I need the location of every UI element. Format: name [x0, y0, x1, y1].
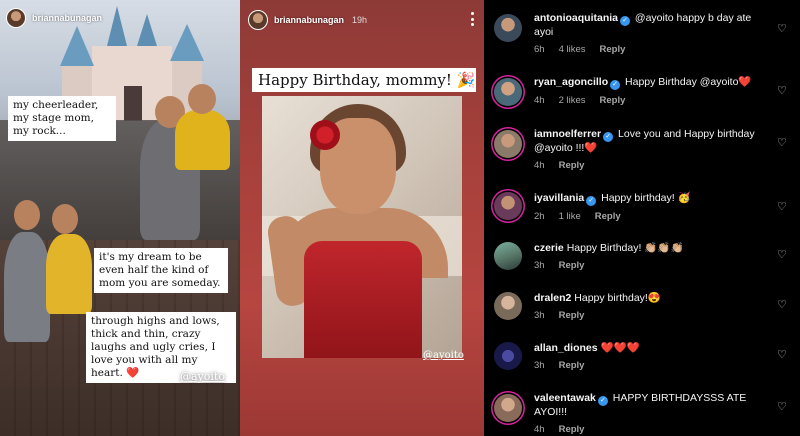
- heart-outline-icon[interactable]: ♡: [777, 138, 788, 149]
- story1-header: briannabunagan: [6, 8, 102, 28]
- reply-button[interactable]: Reply: [559, 260, 585, 271]
- comment-likes[interactable]: 4 likes: [559, 44, 586, 55]
- reply-button[interactable]: Reply: [559, 424, 585, 435]
- comment-meta: 2h 1 like Reply: [534, 210, 766, 223]
- comment-time: 3h: [534, 260, 545, 271]
- comment-likes[interactable]: 1 like: [559, 211, 581, 222]
- story1-mention[interactable]: @ayoito: [180, 370, 225, 383]
- heart-outline-icon[interactable]: ♡: [777, 202, 788, 213]
- comment-username[interactable]: iamnoelferrer: [534, 128, 601, 140]
- comment-meta: 4h Reply: [534, 423, 766, 436]
- comment-body: iamnoelferrer ✓ Love you and Happy birthd…: [534, 128, 766, 172]
- story2-timestamp: 19h: [352, 15, 368, 25]
- comment-text: Happy birthday!😍: [574, 292, 661, 304]
- reply-button[interactable]: Reply: [595, 211, 621, 222]
- comment-text: Happy Birthday! 👏🏼👏🏼👏🏼: [566, 242, 684, 254]
- person-grey-jacket-left: [4, 232, 50, 342]
- reply-button[interactable]: Reply: [600, 44, 626, 55]
- more-options-icon[interactable]: [470, 12, 474, 26]
- comment-time: 4h: [534, 160, 545, 171]
- comment-body: dralen2 Happy birthday!😍 3h Reply: [534, 292, 766, 322]
- story1-username[interactable]: briannabunagan: [32, 13, 102, 23]
- person-head: [188, 84, 216, 114]
- comment-avatar[interactable]: [494, 292, 522, 320]
- story1-caption-2: it's my dream to be even half the kind o…: [94, 248, 228, 293]
- verified-badge-icon: ✓: [586, 196, 597, 206]
- person-yellow-jacket-left: [46, 234, 92, 314]
- comment-meta: 4h Reply: [534, 159, 766, 172]
- comment-username[interactable]: allan_diones: [534, 342, 598, 354]
- comment-body: valeentawak ✓ HAPPY BIRTHDAYSSS ATE AYOI!…: [534, 392, 766, 436]
- story1-caption-1: my cheerleader, my stage mom, my rock...: [8, 96, 116, 141]
- story-panel-2[interactable]: briannabunagan 19h Happy Birthday, mommy…: [240, 0, 484, 436]
- person-head: [14, 200, 40, 230]
- story-panel-1[interactable]: briannabunagan my cheerleader, my stage …: [0, 0, 240, 436]
- reply-button[interactable]: Reply: [559, 160, 585, 171]
- heart-outline-icon[interactable]: ♡: [777, 24, 788, 35]
- comment-avatar[interactable]: [494, 78, 522, 106]
- reply-button[interactable]: Reply: [600, 95, 626, 106]
- story2-username[interactable]: briannabunagan: [274, 15, 344, 25]
- comment-avatar[interactable]: [494, 130, 522, 158]
- comment-username[interactable]: czerie: [534, 242, 564, 254]
- reply-button[interactable]: Reply: [559, 310, 585, 321]
- red-dress: [304, 241, 422, 358]
- story2-mention[interactable]: @ayoito: [423, 350, 464, 361]
- comments-panel[interactable]: antonioaquitania ✓ @ayoito happy b day at…: [484, 0, 800, 436]
- story1-avatar[interactable]: [6, 8, 26, 28]
- rose-icon: [310, 120, 340, 150]
- comment-meta: 3h Reply: [534, 359, 766, 372]
- comment-body: allan_diones ❤️❤️❤️ 3h Reply: [534, 342, 766, 372]
- comment-username[interactable]: valeentawak: [534, 392, 596, 404]
- comment-username[interactable]: iyavillania: [534, 192, 584, 204]
- comment-text: Happy Birthday @ayoito❤️: [625, 76, 752, 88]
- comment-likes[interactable]: 2 likes: [559, 95, 586, 106]
- story2-header: briannabunagan 19h: [248, 10, 367, 30]
- comment-avatar[interactable]: [494, 394, 522, 422]
- comment-meta: 3h Reply: [534, 259, 766, 272]
- verified-badge-icon: ✓: [597, 396, 608, 406]
- comment-time: 2h: [534, 211, 545, 222]
- reply-button[interactable]: Reply: [559, 360, 585, 371]
- comment-avatar[interactable]: [494, 14, 522, 42]
- story2-avatar[interactable]: [248, 10, 268, 30]
- comment-time: 4h: [534, 424, 545, 435]
- comment-meta: 3h Reply: [534, 309, 766, 322]
- heart-outline-icon[interactable]: ♡: [777, 402, 788, 413]
- heart-outline-icon[interactable]: ♡: [777, 250, 788, 261]
- comment-text: ❤️❤️❤️: [600, 342, 640, 354]
- comment-body: antonioaquitania ✓ @ayoito happy b day at…: [534, 12, 766, 56]
- birthday-photo: [262, 96, 462, 358]
- comment-body: ryan_agoncillo ✓ Happy Birthday @ayoito❤️…: [534, 76, 766, 107]
- heart-outline-icon[interactable]: ♡: [777, 300, 788, 311]
- comment-body: czerie Happy Birthday! 👏🏼👏🏼👏🏼 3h Reply: [534, 242, 766, 272]
- verified-badge-icon: ✓: [610, 80, 621, 90]
- heart-outline-icon[interactable]: ♡: [777, 350, 788, 361]
- comment-time: 4h: [534, 95, 545, 106]
- comment-meta: 4h 2 likes Reply: [534, 94, 766, 107]
- comment-avatar[interactable]: [494, 192, 522, 220]
- person-yellow-jacket: [175, 110, 230, 170]
- comment-username[interactable]: antonioaquitania: [534, 12, 618, 24]
- comment-time: 3h: [534, 310, 545, 321]
- comment-username[interactable]: dralen2: [534, 292, 571, 304]
- heart-outline-icon[interactable]: ♡: [777, 86, 788, 97]
- comment-avatar[interactable]: [494, 342, 522, 370]
- comment-username[interactable]: ryan_agoncillo: [534, 76, 608, 88]
- comment-time: 6h: [534, 44, 545, 55]
- comment-body: iyavillania ✓ Happy birthday! 🥳 2h 1 like R…: [534, 192, 766, 223]
- comment-time: 3h: [534, 360, 545, 371]
- verified-badge-icon: ✓: [603, 132, 614, 142]
- verified-badge-icon: ✓: [620, 16, 630, 26]
- comment-text: Happy birthday! 🥳: [601, 192, 691, 204]
- comment-meta: 6h 4 likes Reply: [534, 43, 766, 56]
- story2-title: Happy Birthday, mommy! 🎉: [252, 68, 476, 92]
- person-head: [52, 204, 78, 234]
- comment-avatar[interactable]: [494, 242, 522, 270]
